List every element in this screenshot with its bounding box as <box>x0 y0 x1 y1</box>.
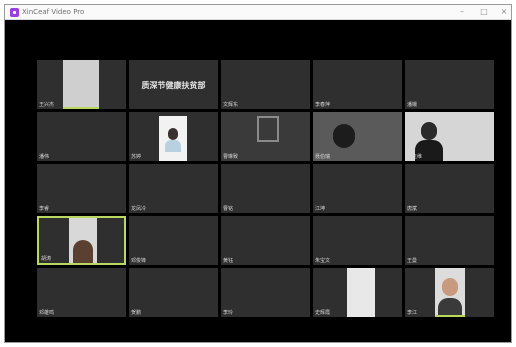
audio-level-bar <box>63 107 99 109</box>
window-frame <box>257 116 279 142</box>
participant-name: 潘伟 <box>39 154 50 160</box>
participant-tile[interactable]: 王曼 <box>405 216 494 265</box>
participant-name: 唐斌 <box>407 206 418 212</box>
participant-tile[interactable]: 江坤 <box>313 164 402 213</box>
person-silhouette <box>333 124 355 148</box>
participant-name: 曹铭 <box>223 206 234 212</box>
participant-name: 文辉东 <box>223 102 239 108</box>
participant-tile[interactable]: 唐斌 <box>405 164 494 213</box>
video-feed <box>435 268 465 317</box>
title-bar: XinCeaf Video Pro – □ × <box>5 5 511 20</box>
participant-tile[interactable]: 苏婷 <box>129 112 218 161</box>
participant-tile[interactable]: 潘伟 <box>37 112 126 161</box>
audio-level-bar <box>435 315 465 317</box>
participant-name: 李玲 <box>223 310 234 316</box>
person-silhouette <box>421 122 437 140</box>
participant-tile[interactable]: 龙凤冷 <box>129 164 218 213</box>
participant-tile[interactable]: 邓雄鸣 <box>37 268 126 317</box>
minimize-button[interactable]: – <box>455 6 469 18</box>
participant-tile[interactable]: 曹琳致 <box>221 112 310 161</box>
participant-name: 王曼 <box>407 258 418 264</box>
participant-name: 龙凤冷 <box>131 206 147 212</box>
video-feed <box>63 60 99 109</box>
participant-name: 聂伯瑞 <box>315 154 331 160</box>
video-feed <box>347 268 375 317</box>
participant-tile[interactable]: 黄玉维 <box>405 112 494 161</box>
participant-tile[interactable]: 贺鹏 <box>129 268 218 317</box>
close-button[interactable]: × <box>497 6 511 18</box>
participant-tile[interactable]: 李睿 <box>37 164 126 213</box>
participant-name: 黄钰 <box>223 258 234 264</box>
participant-tile[interactable]: 史辉霞 <box>313 268 402 317</box>
participant-tile[interactable]: 黄钰 <box>221 216 310 265</box>
app-window: XinCeaf Video Pro – □ × 王兴杰 质深节健康扶贫部 文辉东… <box>4 4 512 343</box>
person-silhouette-body <box>165 140 181 152</box>
participant-tile-active-speaker[interactable]: 胡涛 <box>37 216 126 265</box>
person-silhouette <box>73 240 93 263</box>
participant-name: 贺鹏 <box>131 310 142 316</box>
participant-name: 李江 <box>407 310 418 316</box>
person-silhouette <box>168 128 178 140</box>
participant-tile[interactable]: 李春萍 <box>313 60 402 109</box>
participant-name: 李睿 <box>39 206 50 212</box>
app-title: XinCeaf Video Pro <box>22 8 85 16</box>
participant-name: 胡涛 <box>41 256 52 262</box>
participant-tile[interactable]: 朱宝文 <box>313 216 402 265</box>
participant-name: 邓俊锋 <box>131 258 147 264</box>
participant-tile[interactable]: 李玲 <box>221 268 310 317</box>
meeting-room-label: 质深节健康扶贫部 <box>141 81 206 90</box>
maximize-button[interactable]: □ <box>477 6 491 18</box>
participant-tile[interactable]: 邓俊锋 <box>129 216 218 265</box>
participant-name: 潘娥 <box>407 102 418 108</box>
video-feed <box>159 116 187 161</box>
participant-name: 黄玉维 <box>407 154 423 160</box>
app-logo-icon <box>10 8 19 17</box>
participant-tile[interactable]: 潘娥 <box>405 60 494 109</box>
participant-tile[interactable]: 文辉东 <box>221 60 310 109</box>
video-feed <box>69 218 97 263</box>
participant-name: 王兴杰 <box>39 102 55 108</box>
participant-tile[interactable]: 聂伯瑞 <box>313 112 402 161</box>
participant-name: 朱宝文 <box>315 258 331 264</box>
participant-name: 江坤 <box>315 206 326 212</box>
participant-name: 史辉霞 <box>315 310 331 316</box>
participant-tile[interactable]: 曹铭 <box>221 164 310 213</box>
participant-tile[interactable]: 王兴杰 <box>37 60 126 109</box>
participant-name: 邓雄鸣 <box>39 310 55 316</box>
participant-tile[interactable]: 质深节健康扶贫部 <box>129 60 218 109</box>
participant-name: 李春萍 <box>315 102 331 108</box>
person-silhouette <box>442 278 458 296</box>
participant-name: 曹琳致 <box>223 154 239 160</box>
participant-name: 苏婷 <box>131 154 142 160</box>
participant-tile[interactable]: 李江 <box>405 268 494 317</box>
